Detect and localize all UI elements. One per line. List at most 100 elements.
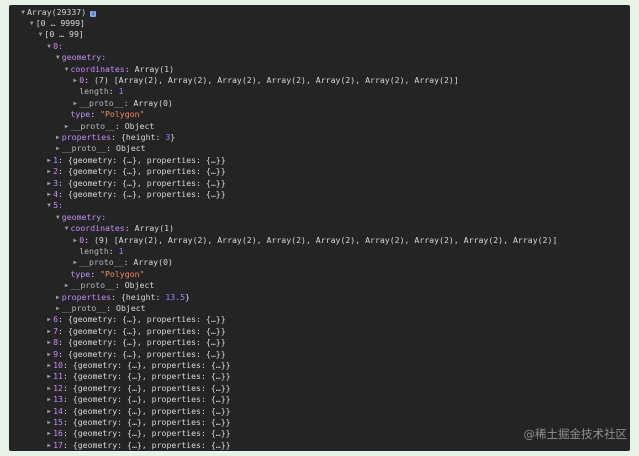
expand-triangle-closed-icon[interactable]: ▶ bbox=[45, 417, 53, 428]
expand-triangle-closed-icon[interactable]: ▶ bbox=[45, 371, 53, 382]
row-text: : {geometry: {…}, properties: {…}} bbox=[58, 325, 226, 336]
console-row[interactable]: ▼ 0: bbox=[9, 41, 630, 52]
console-row[interactable]: ▶ properties: {height: 13.5} bbox=[9, 292, 630, 303]
console-row[interactable]: ▶ 11: {geometry: {…}, properties: {…}} bbox=[9, 371, 630, 382]
row-text: __proto__ bbox=[61, 302, 107, 313]
expand-triangle-closed-icon[interactable]: ▶ bbox=[45, 166, 53, 177]
console-row[interactable]: ▶ 3: {geometry: {…}, properties: {…}} bbox=[9, 178, 630, 189]
row-text: : {geometry: {…}, properties: {…}} bbox=[58, 177, 226, 188]
console-row[interactable]: ▼ geometry: bbox=[9, 212, 630, 223]
console-row[interactable]: ▼ coordinates: Array(1) bbox=[9, 64, 630, 75]
row-text: geometry: bbox=[61, 211, 107, 222]
row-text: 5: bbox=[53, 200, 63, 211]
expand-triangle-closed-icon[interactable]: ▶ bbox=[71, 257, 79, 268]
expand-triangle-closed-icon[interactable]: ▶ bbox=[45, 155, 53, 166]
row-text: properties bbox=[61, 131, 112, 142]
expand-triangle-open-icon[interactable]: ▼ bbox=[28, 18, 36, 29]
console-row[interactable]: ▶ __proto__: Object bbox=[9, 121, 630, 132]
expand-triangle-open-icon[interactable]: ▼ bbox=[54, 52, 62, 63]
row-text: geometry: bbox=[61, 52, 107, 63]
console-row[interactable]: ▶ __proto__: Object bbox=[9, 143, 630, 154]
expand-triangle-closed-icon[interactable]: ▶ bbox=[45, 314, 53, 325]
expand-triangle-closed-icon[interactable]: ▶ bbox=[71, 235, 79, 246]
expand-triangle-closed-icon[interactable]: ▶ bbox=[45, 383, 53, 394]
console-row[interactable]: ▶ __proto__: Array(0) bbox=[9, 257, 630, 268]
row-text: : (7) [Array(2), Array(2), Array(2), Arr… bbox=[84, 74, 459, 85]
expand-triangle-closed-icon[interactable]: ▶ bbox=[45, 428, 53, 439]
console-row[interactable]: ▶ 2: {geometry: {…}, properties: {…}} bbox=[9, 166, 630, 177]
expand-triangle-open-icon[interactable]: ▼ bbox=[63, 64, 71, 75]
row-text: 13 bbox=[53, 394, 63, 405]
console-row[interactable]: ▶ 13: {geometry: {…}, properties: {…}} bbox=[9, 394, 630, 405]
row-text: : {geometry: {…}, properties: {…}} bbox=[62, 416, 231, 427]
row-text: : {height: bbox=[111, 131, 166, 142]
row-text: : bbox=[108, 245, 119, 256]
expand-triangle-closed-icon[interactable]: ▶ bbox=[45, 440, 53, 451]
row-text: "Polygon" bbox=[100, 109, 145, 120]
console-row[interactable]: ▶ 10: {geometry: {…}, properties: {…}} bbox=[9, 360, 630, 371]
console-row[interactable]: ▶ 7: {geometry: {…}, properties: {…}} bbox=[9, 326, 630, 337]
row-text: : Array(0) bbox=[123, 97, 173, 108]
console-row[interactable]: ▶ 12: {geometry: {…}, properties: {…}} bbox=[9, 383, 630, 394]
console-row[interactable]: ▶ 0: (9) [Array(2), Array(2), Array(2), A… bbox=[9, 235, 630, 246]
expand-triangle-closed-icon[interactable]: ▶ bbox=[54, 292, 62, 303]
row-text: : Object bbox=[114, 120, 155, 131]
console-row[interactable]: ▶ 4: {geometry: {…}, properties: {…}} bbox=[9, 189, 630, 200]
console-row[interactable]: ▶ __proto__: Object bbox=[9, 303, 630, 314]
console-row[interactable]: ▼ geometry: bbox=[9, 52, 630, 63]
row-text: 11 bbox=[53, 371, 63, 382]
expand-triangle-open-icon[interactable]: ▼ bbox=[45, 200, 53, 211]
expand-triangle-closed-icon[interactable]: ▶ bbox=[63, 121, 71, 132]
console-row[interactable]: ▼ [0 … 9999] bbox=[9, 18, 630, 29]
expand-triangle-closed-icon[interactable]: ▶ bbox=[45, 326, 53, 337]
row-text: 16 bbox=[53, 428, 63, 439]
expand-triangle-open-icon[interactable]: ▼ bbox=[63, 223, 71, 234]
console-row[interactable]: ▼ coordinates: Array(1) bbox=[9, 223, 630, 234]
expand-triangle-closed-icon[interactable]: ▶ bbox=[54, 132, 62, 143]
expand-triangle-closed-icon[interactable]: ▶ bbox=[54, 143, 62, 154]
expand-triangle-closed-icon[interactable]: ▶ bbox=[71, 75, 79, 86]
row-text: length bbox=[79, 245, 109, 256]
console-row[interactable]: ▼ Array(29337) i bbox=[9, 7, 630, 18]
expand-triangle-closed-icon[interactable]: ▶ bbox=[71, 98, 79, 109]
row-text: "Polygon" bbox=[100, 268, 145, 279]
row-text: __proto__ bbox=[79, 257, 124, 268]
row-text: __proto__ bbox=[70, 280, 115, 291]
expand-triangle-open-icon[interactable]: ▼ bbox=[45, 41, 53, 52]
row-text: Array(29337) bbox=[27, 6, 87, 17]
expand-triangle-closed-icon[interactable]: ▶ bbox=[45, 394, 53, 405]
row-text: : {geometry: {…}, properties: {…}} bbox=[58, 188, 226, 199]
expand-triangle-closed-icon[interactable]: ▶ bbox=[54, 303, 62, 314]
expand-triangle-open-icon[interactable]: ▼ bbox=[54, 212, 62, 223]
row-text: : bbox=[90, 109, 101, 120]
expand-triangle-closed-icon[interactable]: ▶ bbox=[45, 349, 53, 360]
console-row[interactable]: ▼ [0 … 99] bbox=[9, 29, 630, 40]
console-row[interactable]: ▶ 14: {geometry: {…}, properties: {…}} bbox=[9, 406, 630, 417]
console-row: length: 1 bbox=[9, 246, 630, 257]
row-text: } bbox=[185, 291, 190, 302]
expand-triangle-closed-icon[interactable]: ▶ bbox=[63, 280, 71, 291]
row-text: __proto__ bbox=[70, 120, 115, 131]
console-row[interactable]: ▶ __proto__: Array(0) bbox=[9, 98, 630, 109]
console-row[interactable]: ▶ 9: {geometry: {…}, properties: {…}} bbox=[9, 349, 630, 360]
row-text: coordinates bbox=[70, 63, 125, 74]
console-row[interactable]: ▶ properties: {height: 3} bbox=[9, 132, 630, 143]
row-text: type bbox=[70, 268, 91, 279]
console-row[interactable]: ▼ 5: bbox=[9, 200, 630, 211]
row-text: [0 … 99] bbox=[44, 29, 84, 40]
expand-triangle-open-icon[interactable]: ▼ bbox=[19, 7, 27, 18]
console-row[interactable]: ▶ 8: {geometry: {…}, properties: {…}} bbox=[9, 337, 630, 348]
row-text: : {geometry: {…}, properties: {…}} bbox=[58, 337, 226, 348]
console-row[interactable]: ▶ __proto__: Object bbox=[9, 280, 630, 291]
expand-triangle-closed-icon[interactable]: ▶ bbox=[45, 178, 53, 189]
expand-triangle-closed-icon[interactable]: ▶ bbox=[45, 337, 53, 348]
row-text: : Object bbox=[106, 302, 146, 313]
console-row[interactable]: ▶ 1: {geometry: {…}, properties: {…}} bbox=[9, 155, 630, 166]
row-text: : {geometry: {…}, properties: {…}} bbox=[58, 314, 226, 325]
expand-triangle-closed-icon[interactable]: ▶ bbox=[45, 406, 53, 417]
console-row[interactable]: ▶ 0: (7) [Array(2), Array(2), Array(2), A… bbox=[9, 75, 630, 86]
console-row[interactable]: ▶ 6: {geometry: {…}, properties: {…}} bbox=[9, 314, 630, 325]
expand-triangle-closed-icon[interactable]: ▶ bbox=[45, 360, 53, 371]
info-icon[interactable]: i bbox=[90, 10, 97, 17]
expand-triangle-closed-icon[interactable]: ▶ bbox=[45, 189, 53, 200]
